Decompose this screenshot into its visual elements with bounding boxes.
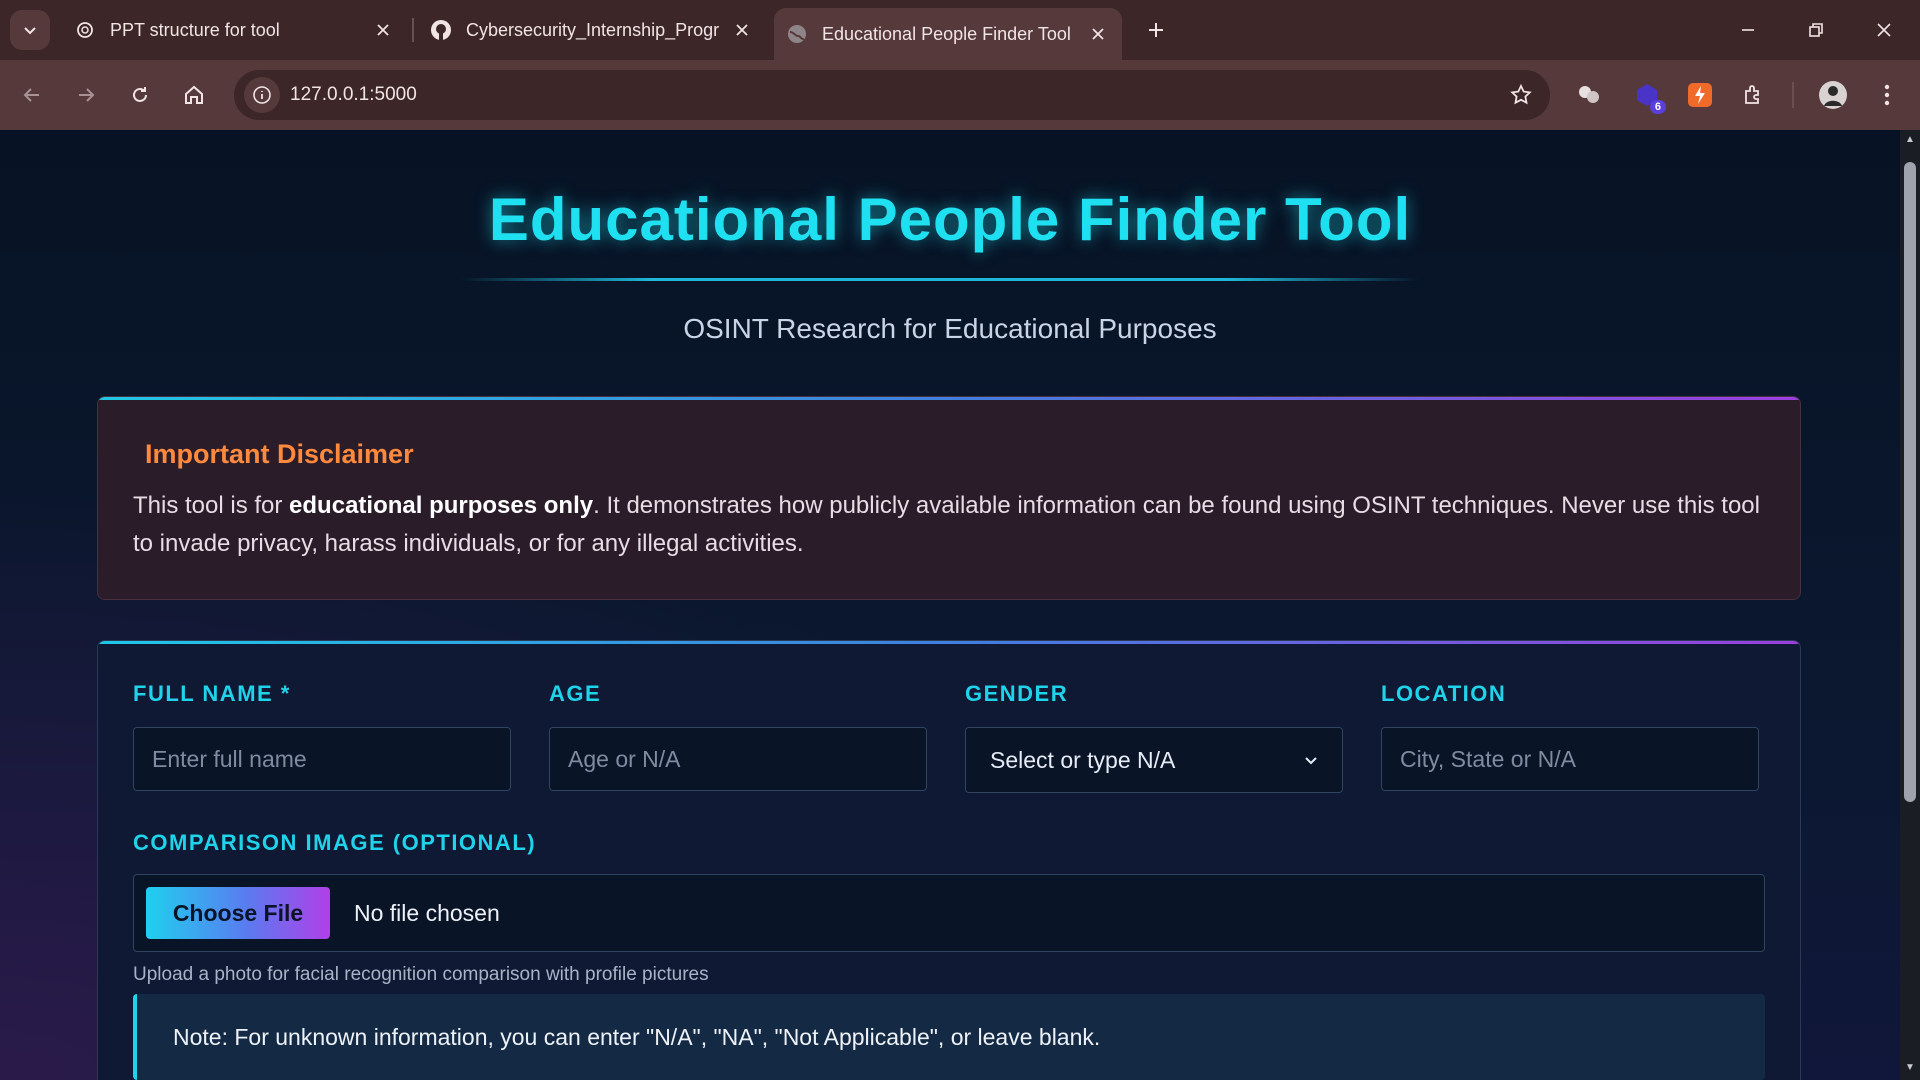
page-scrollbar[interactable]: ▲ ▼ — [1900, 130, 1920, 1080]
scrollbar-thumb[interactable] — [1904, 162, 1916, 802]
disclaimer-card: Important Disclaimer This tool is for ed… — [97, 396, 1801, 600]
close-icon[interactable] — [369, 16, 397, 44]
chevron-down-icon — [24, 27, 36, 35]
reload-button[interactable] — [120, 75, 160, 115]
address-bar[interactable]: 127.0.0.1:5000 — [234, 70, 1550, 120]
tab-search-button[interactable] — [10, 10, 50, 50]
info-icon — [253, 86, 271, 104]
puzzle-icon — [1745, 85, 1759, 104]
globe-icon — [786, 23, 808, 45]
comparison-image-input[interactable]: Choose File No file chosen — [133, 874, 1765, 952]
disclaimer-emphasis: educational purposes only — [289, 492, 594, 519]
forward-button[interactable] — [66, 75, 106, 115]
scroll-up-arrow-icon[interactable]: ▲ — [1904, 134, 1916, 146]
tab-ppt-structure[interactable]: PPT structure for tool — [62, 8, 407, 52]
note-box: Note: For unknown information, you can e… — [133, 994, 1765, 1080]
close-icon — [1877, 23, 1891, 37]
extensions-menu-button[interactable] — [1737, 78, 1771, 112]
full-name-input[interactable] — [133, 727, 511, 791]
location-field: LOCATION — [1381, 681, 1759, 791]
bolt-extension-icon — [1688, 83, 1712, 107]
search-form-card: FULL NAME * AGE GENDER Select or type N/… — [97, 640, 1801, 1080]
url-text: 127.0.0.1:5000 — [290, 84, 417, 105]
comparison-help-text: Upload a photo for facial recognition co… — [133, 964, 709, 985]
github-icon — [430, 19, 452, 41]
page-viewport: Educational People Finder Tool OSINT Res… — [0, 130, 1900, 1080]
disclaimer-text-start: This tool is for — [133, 492, 290, 519]
location-label: LOCATION — [1381, 681, 1507, 706]
toolbar-divider — [1792, 82, 1794, 108]
gender-selected-value: Select or type N/A — [990, 746, 1176, 773]
browser-toolbar: 127.0.0.1:5000 6 — [0, 60, 1920, 130]
reload-icon — [133, 87, 147, 102]
disclaimer-text: This tool is for educational purposes on… — [133, 487, 1773, 563]
site-info-button[interactable] — [244, 77, 280, 113]
cookie-extension-icon — [1579, 86, 1599, 103]
back-button[interactable] — [12, 75, 52, 115]
file-status-text: No file chosen — [354, 900, 500, 926]
home-icon — [185, 85, 203, 104]
avatar-icon — [1819, 81, 1847, 109]
choose-file-button[interactable]: Choose File — [146, 887, 330, 939]
disclaimer-heading: Important Disclaimer — [145, 439, 414, 469]
age-field: AGE — [549, 681, 927, 791]
restore-button[interactable] — [1792, 8, 1840, 52]
browser-menu-button[interactable] — [1870, 78, 1904, 112]
page-title: Educational People Finder Tool — [488, 186, 1412, 253]
new-tab-button[interactable] — [1138, 12, 1174, 48]
tab-divider — [412, 18, 414, 42]
full-name-field: FULL NAME * — [133, 681, 511, 791]
extension-button[interactable]: 6 — [1630, 78, 1666, 114]
close-window-button[interactable] — [1860, 8, 1908, 52]
minimize-button[interactable] — [1724, 8, 1772, 52]
tab-title: Educational People Finder Tool — [822, 23, 1071, 44]
note-text: Note: For unknown information, you can e… — [173, 1024, 1101, 1050]
location-input[interactable] — [1381, 727, 1759, 791]
restore-icon — [1809, 23, 1823, 37]
tab-github-repo[interactable]: Cybersecurity_Internship_Progr — [418, 8, 766, 52]
tab-people-finder-active[interactable]: Educational People Finder Tool — [774, 8, 1122, 60]
scroll-down-arrow-icon[interactable]: ▼ — [1904, 1062, 1916, 1074]
minimize-icon — [1742, 29, 1754, 31]
extension-badge: 6 — [1649, 100, 1666, 114]
tab-title: PPT structure for tool — [110, 19, 280, 40]
gender-select[interactable]: Select or type N/A — [965, 727, 1343, 793]
age-label: AGE — [549, 681, 602, 706]
profile-avatar[interactable] — [1816, 78, 1850, 112]
age-input[interactable] — [549, 727, 927, 791]
chevron-down-icon — [1305, 757, 1317, 765]
gender-label: GENDER — [965, 681, 1069, 706]
tab-strip: PPT structure for tool Cybersecurity_Int… — [0, 0, 1920, 60]
full-name-label: FULL NAME * — [133, 681, 291, 706]
more-vertical-icon — [1884, 84, 1890, 106]
title-divider — [460, 278, 1420, 281]
tab-title: Cybersecurity_Internship_Progr — [466, 19, 720, 40]
plus-icon — [1149, 23, 1163, 37]
extension-button[interactable] — [1683, 78, 1717, 112]
page-subtitle: OSINT Research for Educational Purposes — [683, 313, 1217, 344]
close-icon[interactable] — [1084, 20, 1112, 48]
arrow-left-icon — [23, 88, 39, 102]
arrow-right-icon — [79, 88, 95, 102]
openai-icon — [74, 19, 96, 41]
close-icon[interactable] — [728, 16, 756, 44]
home-button[interactable] — [174, 75, 214, 115]
extension-button[interactable] — [1572, 78, 1606, 112]
bookmark-star-icon[interactable] — [1508, 82, 1534, 108]
gender-field: GENDER Select or type N/A — [965, 681, 1343, 793]
comparison-image-label: COMPARISON IMAGE (OPTIONAL) — [133, 830, 537, 855]
